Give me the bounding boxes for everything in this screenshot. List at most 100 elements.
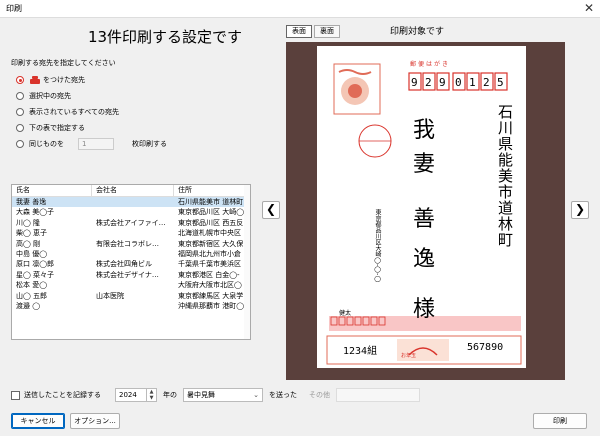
option-table[interactable]: 下の表で指定する bbox=[16, 122, 85, 134]
option-same-copies[interactable]: 同じものを 1 枚印刷する bbox=[16, 138, 167, 150]
cell-company: 株式会社四角ビル bbox=[96, 260, 152, 269]
cell-address: 東京都練馬区 大泉学 bbox=[178, 291, 244, 300]
cell-address: 福岡県北九州市小倉 bbox=[178, 249, 241, 258]
season-value: 暑中見舞 bbox=[187, 391, 215, 399]
year-input[interactable]: 2024 bbox=[115, 388, 147, 402]
preview-title: 印刷対象です bbox=[390, 27, 445, 37]
radio-table[interactable] bbox=[16, 124, 24, 132]
option-label: 同じものを bbox=[29, 140, 64, 148]
sent-suffix: を送った bbox=[269, 391, 297, 399]
table-row[interactable]: 大森 美◯子 東京都品川区 大崎◯ bbox=[12, 207, 250, 217]
sender-address: 東京都品川区大崎◯-◯-◯ bbox=[374, 209, 381, 283]
next-arrow-icon[interactable]: ❯ bbox=[571, 201, 589, 219]
cell-name: 大森 美◯子 bbox=[16, 208, 55, 217]
copies-suffix: 枚印刷する bbox=[132, 140, 167, 148]
record-checkbox[interactable] bbox=[11, 390, 20, 400]
recipient-name-char: 様 bbox=[413, 297, 436, 322]
other-input[interactable] bbox=[336, 388, 420, 402]
option-selected[interactable]: 選択中の宛先 bbox=[16, 90, 71, 102]
table-row[interactable]: 中島 優◯ 福岡県北九州市小倉 bbox=[12, 249, 250, 259]
postcard-header: 郵便はがき bbox=[410, 61, 451, 68]
address-table[interactable]: 氏名 会社名 住所 我妻 善逸 石川県能美市 道林町 大森 美◯子 東京都品川区 大… bbox=[11, 184, 251, 340]
cell-address: 東京都品川区 西五反 bbox=[178, 218, 244, 227]
option-label: 下の表で指定する bbox=[29, 124, 85, 132]
cell-name: 柴◯ 恵子 bbox=[16, 229, 48, 238]
cell-name: 山◯ 五郎 bbox=[16, 291, 48, 300]
tab-back[interactable]: 裏面 bbox=[314, 25, 340, 38]
record-checkbox-label: 送信したことを記録する bbox=[24, 391, 101, 399]
option-label: 表示されているすべての宛先 bbox=[29, 108, 120, 116]
option-all-visible[interactable]: 表示されているすべての宛先 bbox=[16, 106, 119, 118]
cell-company bbox=[92, 197, 174, 207]
table-row[interactable]: 柴◯ 恵子 北海道札幌市中央区 bbox=[12, 228, 250, 238]
recipient-name-char: 我 bbox=[413, 118, 436, 143]
cell-name: 中島 優◯ bbox=[16, 249, 48, 258]
cell-name: 高◯ 剛 bbox=[16, 239, 41, 248]
cancel-button[interactable]: キャンセル bbox=[11, 413, 65, 429]
postal-digit: 5 bbox=[497, 76, 504, 89]
table-row[interactable]: 渡邉 ◯ 沖縄県那覇市 港町◯ bbox=[12, 301, 250, 311]
recipient-name-char: 妻 bbox=[413, 152, 436, 177]
cell-address: 石川県能美市 道林町 bbox=[178, 198, 244, 206]
postal-digit: 2 bbox=[425, 76, 432, 89]
stamp-flower-center bbox=[348, 84, 362, 98]
tab-front[interactable]: 表面 bbox=[286, 25, 312, 38]
other-label: その他 bbox=[309, 391, 330, 399]
cell-name: 川◯ 隆 bbox=[16, 218, 41, 227]
preview-tabs: 表面 裏面 bbox=[286, 25, 342, 38]
season-select[interactable]: 暑中見舞 ⌄ bbox=[183, 388, 263, 402]
cell-address: 千葉県千葉市美浜区 bbox=[178, 260, 241, 269]
sender-name: 健太 bbox=[339, 310, 352, 317]
stamp-wave bbox=[338, 69, 372, 75]
option-label: をつけた宛先 bbox=[43, 76, 85, 84]
table-scrollbar[interactable] bbox=[244, 185, 250, 339]
cell-company bbox=[92, 207, 174, 217]
table-row[interactable]: 高◯ 剛 有限会社コラボレ… 東京都新宿区 大久保 bbox=[12, 239, 250, 249]
postal-digit: 2 bbox=[483, 76, 490, 89]
cell-company: 有限会社コラボレ… bbox=[96, 239, 159, 248]
radio-marked[interactable] bbox=[16, 76, 24, 84]
recipient-address: 石川県能美市道林町 bbox=[496, 104, 514, 248]
year-spinner[interactable]: ▲ ▼ bbox=[147, 388, 157, 402]
cell-address: 大阪府大阪市北区◯ bbox=[178, 281, 242, 290]
table-row[interactable]: 松本 愛◯ 大阪府大阪市北区◯ bbox=[12, 280, 250, 290]
cell-company bbox=[92, 301, 174, 311]
chevron-down-icon: ⌄ bbox=[253, 391, 259, 399]
print-button[interactable]: 印刷 bbox=[533, 413, 587, 429]
postcard-preview: 郵便はがき 9 2 9 0 1 2 5 石川県能美市道林町 我 妻 善 逸 様 … bbox=[317, 46, 526, 368]
table-row[interactable]: 星◯ 菜々子 株式会社デザイナ… 東京都港区 白金◯- bbox=[12, 270, 250, 280]
close-icon[interactable]: ✕ bbox=[584, 1, 594, 15]
copies-input[interactable]: 1 bbox=[78, 138, 114, 150]
postal-digit: 9 bbox=[439, 76, 446, 89]
radio-selected[interactable] bbox=[16, 92, 24, 100]
column-header-company[interactable]: 会社名 bbox=[92, 185, 174, 196]
column-header-name[interactable]: 氏名 bbox=[12, 185, 92, 196]
table-row[interactable]: 川◯ 隆 株式会社アイファイ… 東京都品川区 西五反 bbox=[12, 218, 250, 228]
printer-icon bbox=[29, 75, 42, 85]
cell-company: 株式会社デザイナ… bbox=[96, 270, 159, 279]
option-marked[interactable]: をつけた宛先 bbox=[16, 74, 85, 86]
table-row[interactable]: 我妻 善逸 石川県能美市 道林町 bbox=[12, 197, 250, 208]
lottery-label: お年玉 bbox=[401, 353, 417, 359]
lottery-number: 567890 bbox=[467, 342, 504, 353]
cell-company bbox=[92, 249, 174, 259]
cell-address: 東京都新宿区 大久保 bbox=[178, 239, 244, 248]
radio-all-visible[interactable] bbox=[16, 108, 24, 116]
record-row: 送信したことを記録する 2024 ▲ ▼ 年の 暑中見舞 ⌄ を送った その他 bbox=[11, 388, 420, 402]
cell-address: 東京都品川区 大崎◯ bbox=[178, 208, 245, 217]
prev-arrow-icon[interactable]: ❮ bbox=[262, 201, 280, 219]
postal-digit: 1 bbox=[469, 76, 476, 89]
column-header-address[interactable]: 住所 bbox=[174, 185, 250, 196]
year-suffix: 年の bbox=[163, 391, 177, 399]
cell-address: 北海道札幌市中央区 bbox=[178, 229, 241, 238]
table-row[interactable]: 山◯ 五郎 山本医院 東京都練馬区 大泉学 bbox=[12, 291, 250, 301]
radio-same-copies[interactable] bbox=[16, 140, 24, 148]
page-title: 13件印刷する設定です bbox=[87, 28, 243, 46]
postal-digit: 0 bbox=[455, 76, 462, 89]
table-row[interactable]: 原口 凛◯郎 株式会社四角ビル 千葉県千葉市美浜区 bbox=[12, 259, 250, 269]
cell-name: 我妻 善逸 bbox=[16, 198, 47, 206]
cell-company: 株式会社アイファイ… bbox=[96, 218, 166, 227]
options-button[interactable]: オプション... bbox=[70, 413, 120, 429]
postal-code-digits: 9 2 9 0 1 2 5 bbox=[409, 76, 507, 93]
cell-address: 沖縄県那覇市 港町◯ bbox=[178, 301, 245, 310]
